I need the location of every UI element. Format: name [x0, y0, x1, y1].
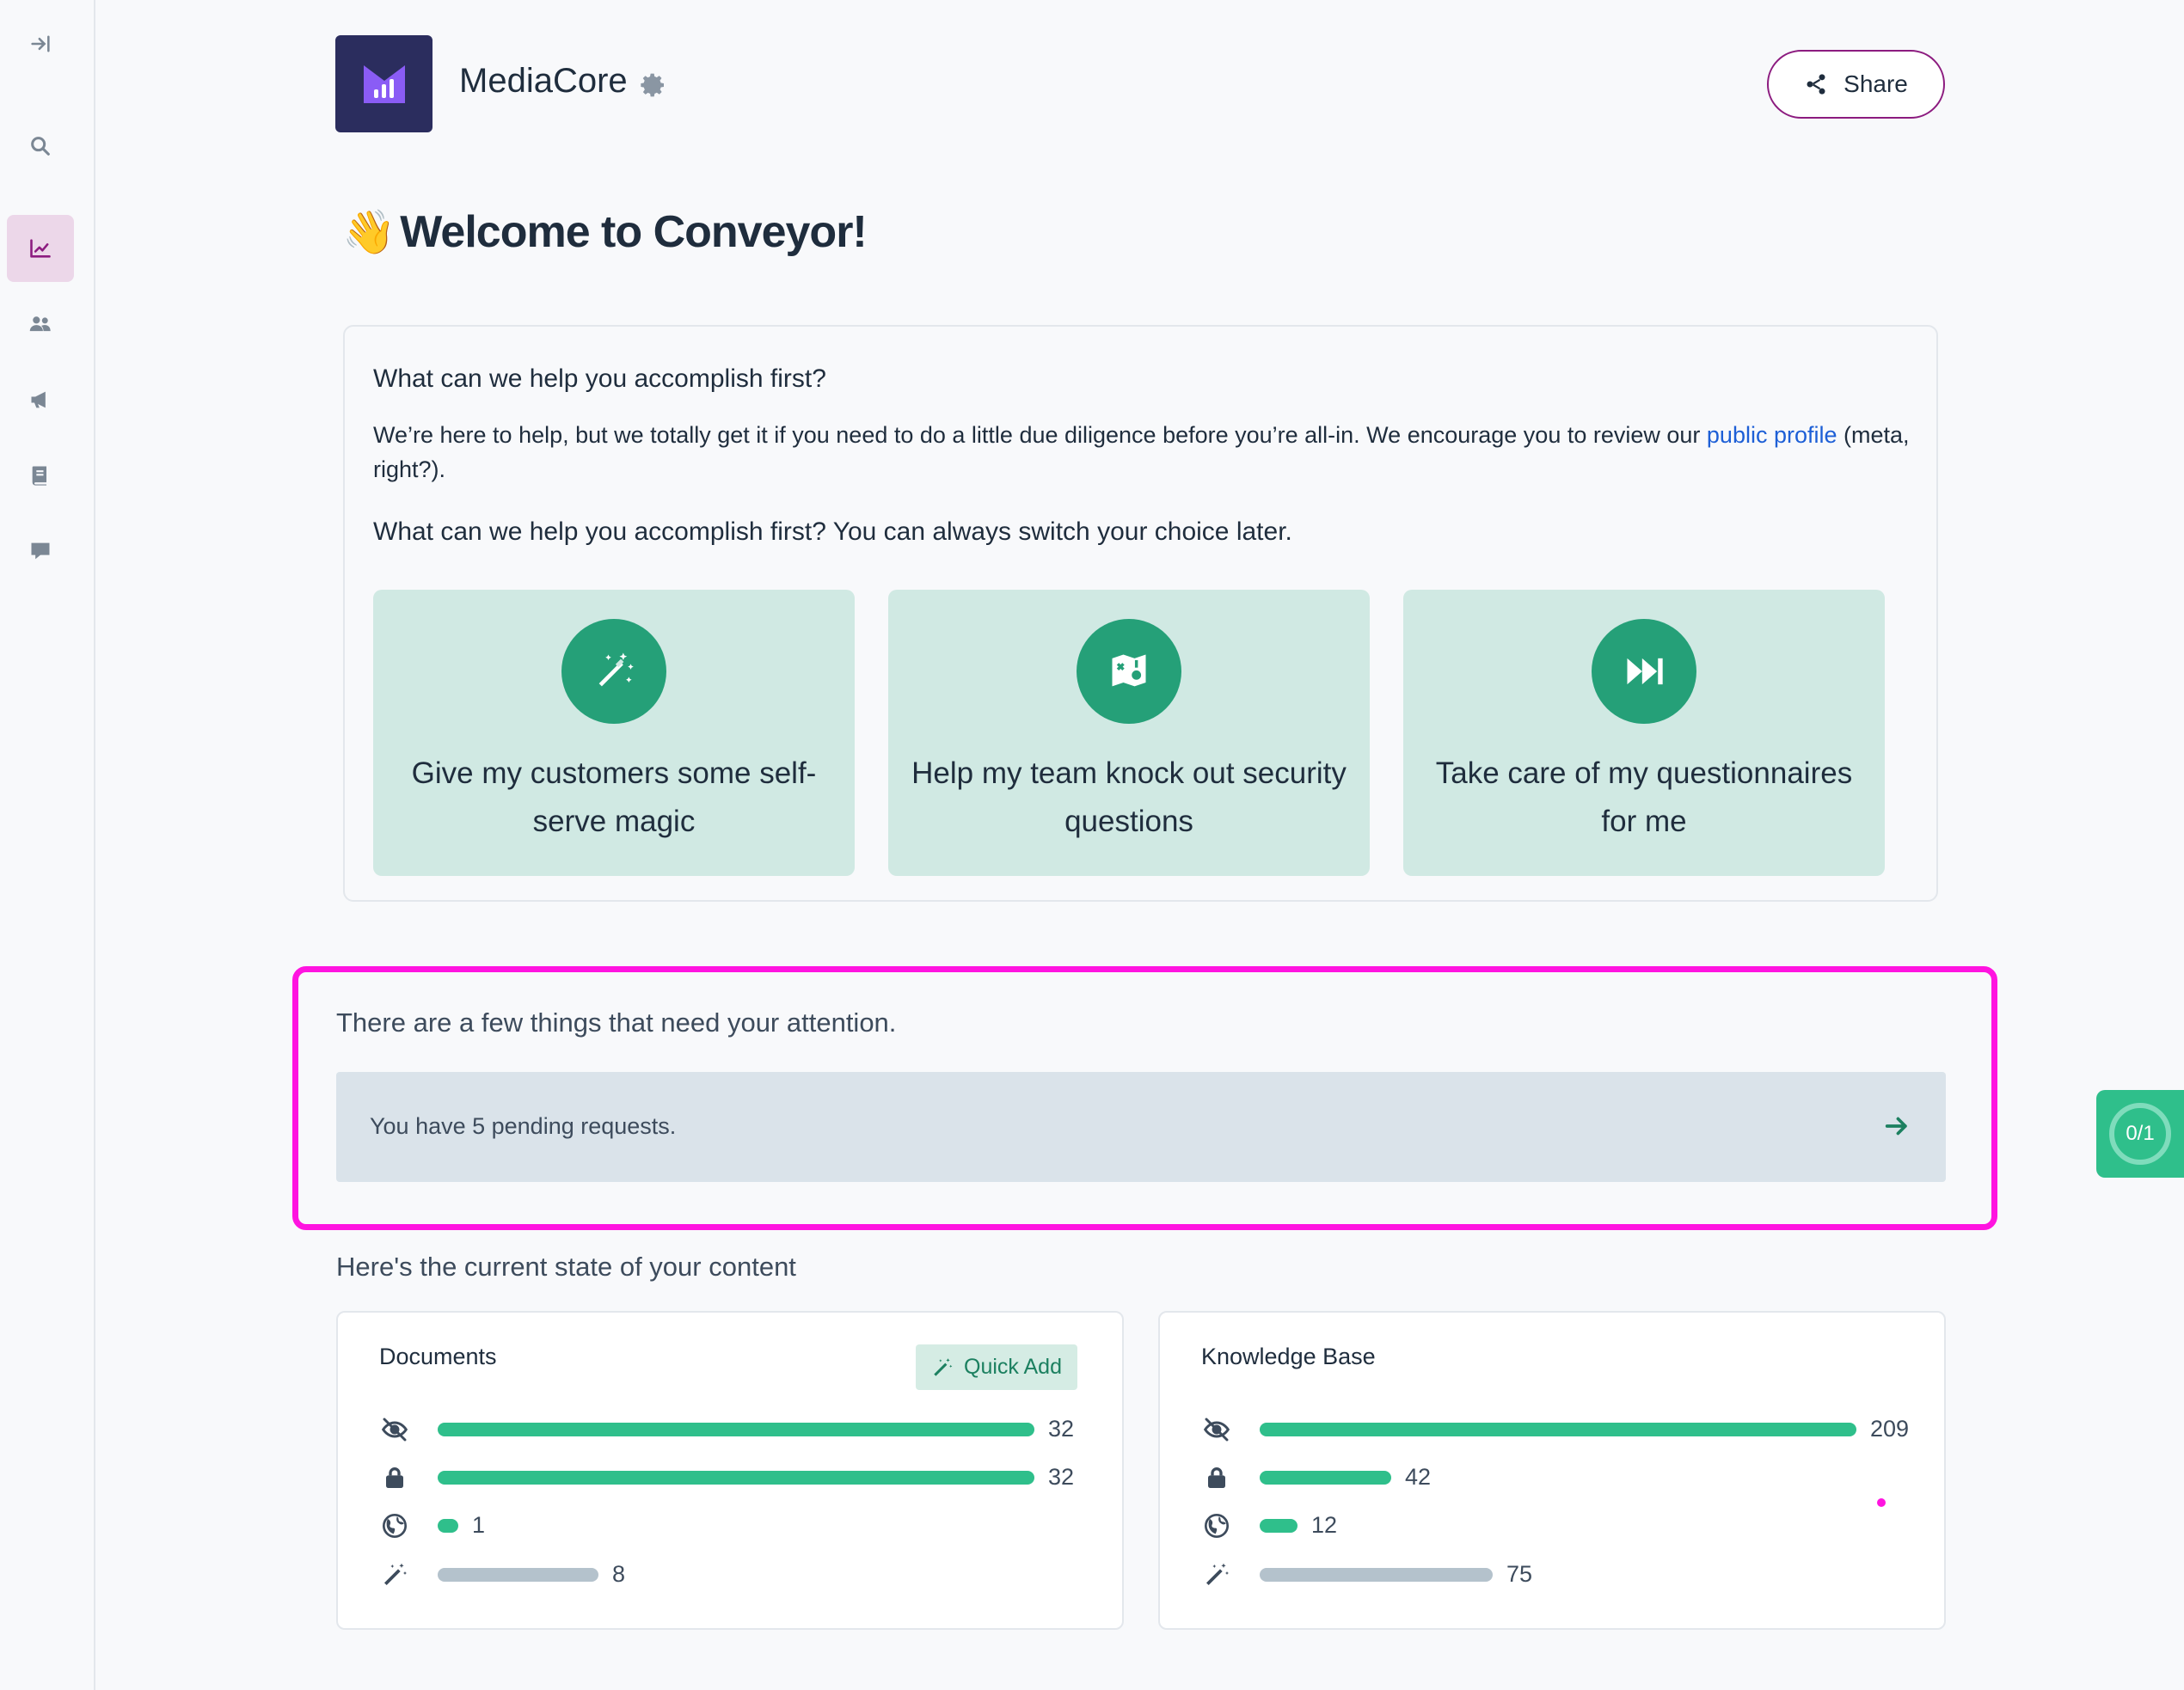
choice-label: Help my team knock out security question…	[911, 756, 1347, 838]
share-button[interactable]: Share	[1767, 50, 1945, 119]
search-icon	[31, 137, 50, 156]
stat-row: 209	[1201, 1412, 1917, 1447]
stat-row: 1	[379, 1509, 1095, 1543]
documents-card[interactable]: Documents Quick Add 32 32 1 8	[336, 1311, 1124, 1630]
stat-bar-track: 42	[1260, 1464, 1917, 1490]
sidebar-item-library[interactable]	[7, 442, 74, 509]
stat-bar	[438, 1471, 1034, 1485]
stat-row: 32	[379, 1460, 1095, 1495]
stat-row: 8	[379, 1558, 1095, 1592]
expand-sidebar-button[interactable]	[7, 10, 74, 77]
stat-bar-track: 12	[1260, 1512, 1917, 1538]
choice-icon-circle	[1592, 619, 1696, 724]
magic-wand-icon	[1201, 1561, 1232, 1589]
knowledge-base-title: Knowledge Base	[1201, 1344, 1376, 1369]
stat-bar	[438, 1568, 598, 1582]
stat-bar-track: 32	[438, 1464, 1095, 1490]
onboarding-card: What can we help you accomplish first? W…	[343, 325, 1938, 902]
stat-bar	[1260, 1568, 1493, 1582]
stat-count: 12	[1311, 1512, 1338, 1538]
magic-wand-icon	[379, 1561, 410, 1589]
lock-icon	[379, 1464, 410, 1491]
megaphone-icon	[31, 391, 46, 408]
stat-bar	[438, 1423, 1034, 1436]
questions-icon	[1112, 654, 1146, 687]
eye-slash-icon	[1201, 1416, 1232, 1443]
stat-row: 75	[1201, 1558, 1917, 1592]
stat-count: 42	[1405, 1464, 1432, 1490]
progress-label: 0/1	[2126, 1122, 2155, 1145]
magic-wand-icon	[934, 1357, 953, 1376]
pending-requests-text: You have 5 pending requests.	[370, 1113, 677, 1139]
magic-wand-icon	[598, 652, 634, 687]
onboarding-heading: What can we help you accomplish first?	[373, 364, 826, 393]
stat-bar	[438, 1519, 458, 1533]
stat-bar	[1260, 1519, 1298, 1533]
stat-count: 209	[1870, 1416, 1910, 1442]
org-logo	[335, 35, 433, 132]
users-icon	[29, 316, 51, 332]
public-profile-link[interactable]: public profile	[1707, 422, 1837, 448]
choice-icon-circle	[1077, 619, 1181, 724]
search-button[interactable]	[7, 113, 74, 180]
chart-icon	[30, 239, 51, 258]
stat-row: 12	[1201, 1509, 1917, 1543]
stat-count: 32	[1048, 1416, 1075, 1442]
quick-add-button[interactable]: Quick Add	[916, 1344, 1077, 1390]
waving-hand-emoji: 👋	[342, 207, 396, 256]
stat-bar-track: 8	[438, 1561, 1095, 1587]
sidebar-item-announcements[interactable]	[7, 366, 74, 433]
choice-security-questions[interactable]: Help my team knock out security question…	[888, 590, 1370, 876]
sidebar	[0, 0, 95, 1690]
lock-icon	[1201, 1464, 1232, 1491]
globe-icon	[379, 1512, 410, 1540]
expand-sidebar-icon	[31, 35, 50, 52]
choice-label: Take care of my questionnaires for me	[1435, 756, 1853, 838]
stat-row: 32	[379, 1412, 1095, 1447]
stat-bar-track: 75	[1260, 1561, 1917, 1587]
knowledge-base-card[interactable]: Knowledge Base 209 42 12 75	[1158, 1311, 1946, 1630]
pending-requests-banner[interactable]: You have 5 pending requests.	[336, 1072, 1946, 1182]
choice-icon-circle	[561, 619, 666, 724]
eye-slash-icon	[379, 1416, 410, 1443]
share-icon	[1807, 74, 1825, 95]
stat-count: 32	[1048, 1464, 1075, 1490]
progress-ring: 0/1	[2109, 1103, 2171, 1165]
stat-bar-track: 209	[1260, 1416, 1917, 1442]
stat-count: 1	[472, 1512, 486, 1538]
sidebar-item-users[interactable]	[7, 291, 74, 358]
stat-row: 42	[1201, 1460, 1917, 1495]
stat-bar	[1260, 1471, 1391, 1485]
choice-questionnaires[interactable]: Take care of my questionnaires for me	[1403, 590, 1885, 876]
stat-count: 75	[1506, 1561, 1533, 1587]
stat-bar-track: 32	[438, 1416, 1095, 1442]
chat-icon	[31, 542, 50, 560]
arrow-right-icon	[1885, 1117, 1907, 1136]
page-title: 👋 Welcome to Conveyor!	[342, 206, 868, 258]
mediacore-logo-icon	[363, 64, 405, 103]
choice-label: Give my customers some self-serve magic	[411, 756, 817, 838]
choice-self-serve[interactable]: Give my customers some self-serve magic	[373, 590, 855, 876]
gear-icon[interactable]	[640, 71, 667, 99]
share-label: Share	[1844, 70, 1908, 97]
documents-title: Documents	[379, 1344, 497, 1369]
attention-heading: There are a few things that need your at…	[336, 1007, 897, 1038]
globe-icon	[1201, 1512, 1232, 1540]
quick-add-label: Quick Add	[964, 1355, 1062, 1379]
cursor-marker	[1877, 1498, 1886, 1507]
content-state-title: Here's the current state of your content	[336, 1252, 796, 1282]
sidebar-item-analytics[interactable]	[7, 215, 74, 282]
stat-count: 8	[612, 1561, 626, 1587]
stat-bar	[1260, 1423, 1856, 1436]
org-name: MediaCore	[459, 62, 628, 100]
book-icon	[32, 466, 46, 486]
stat-bar-track: 1	[438, 1512, 1095, 1538]
fast-forward-icon	[1627, 658, 1663, 685]
onboarding-progress-widget[interactable]: 0/1	[2096, 1090, 2184, 1178]
sidebar-item-messages[interactable]	[7, 517, 74, 585]
intro-text-before: We’re here to help, but we totally get i…	[373, 422, 1707, 448]
onboarding-intro: We’re here to help, but we totally get i…	[373, 418, 1912, 487]
onboarding-prompt: What can we help you accomplish first? Y…	[373, 517, 1292, 546]
welcome-text: Welcome to Conveyor!	[400, 207, 867, 257]
